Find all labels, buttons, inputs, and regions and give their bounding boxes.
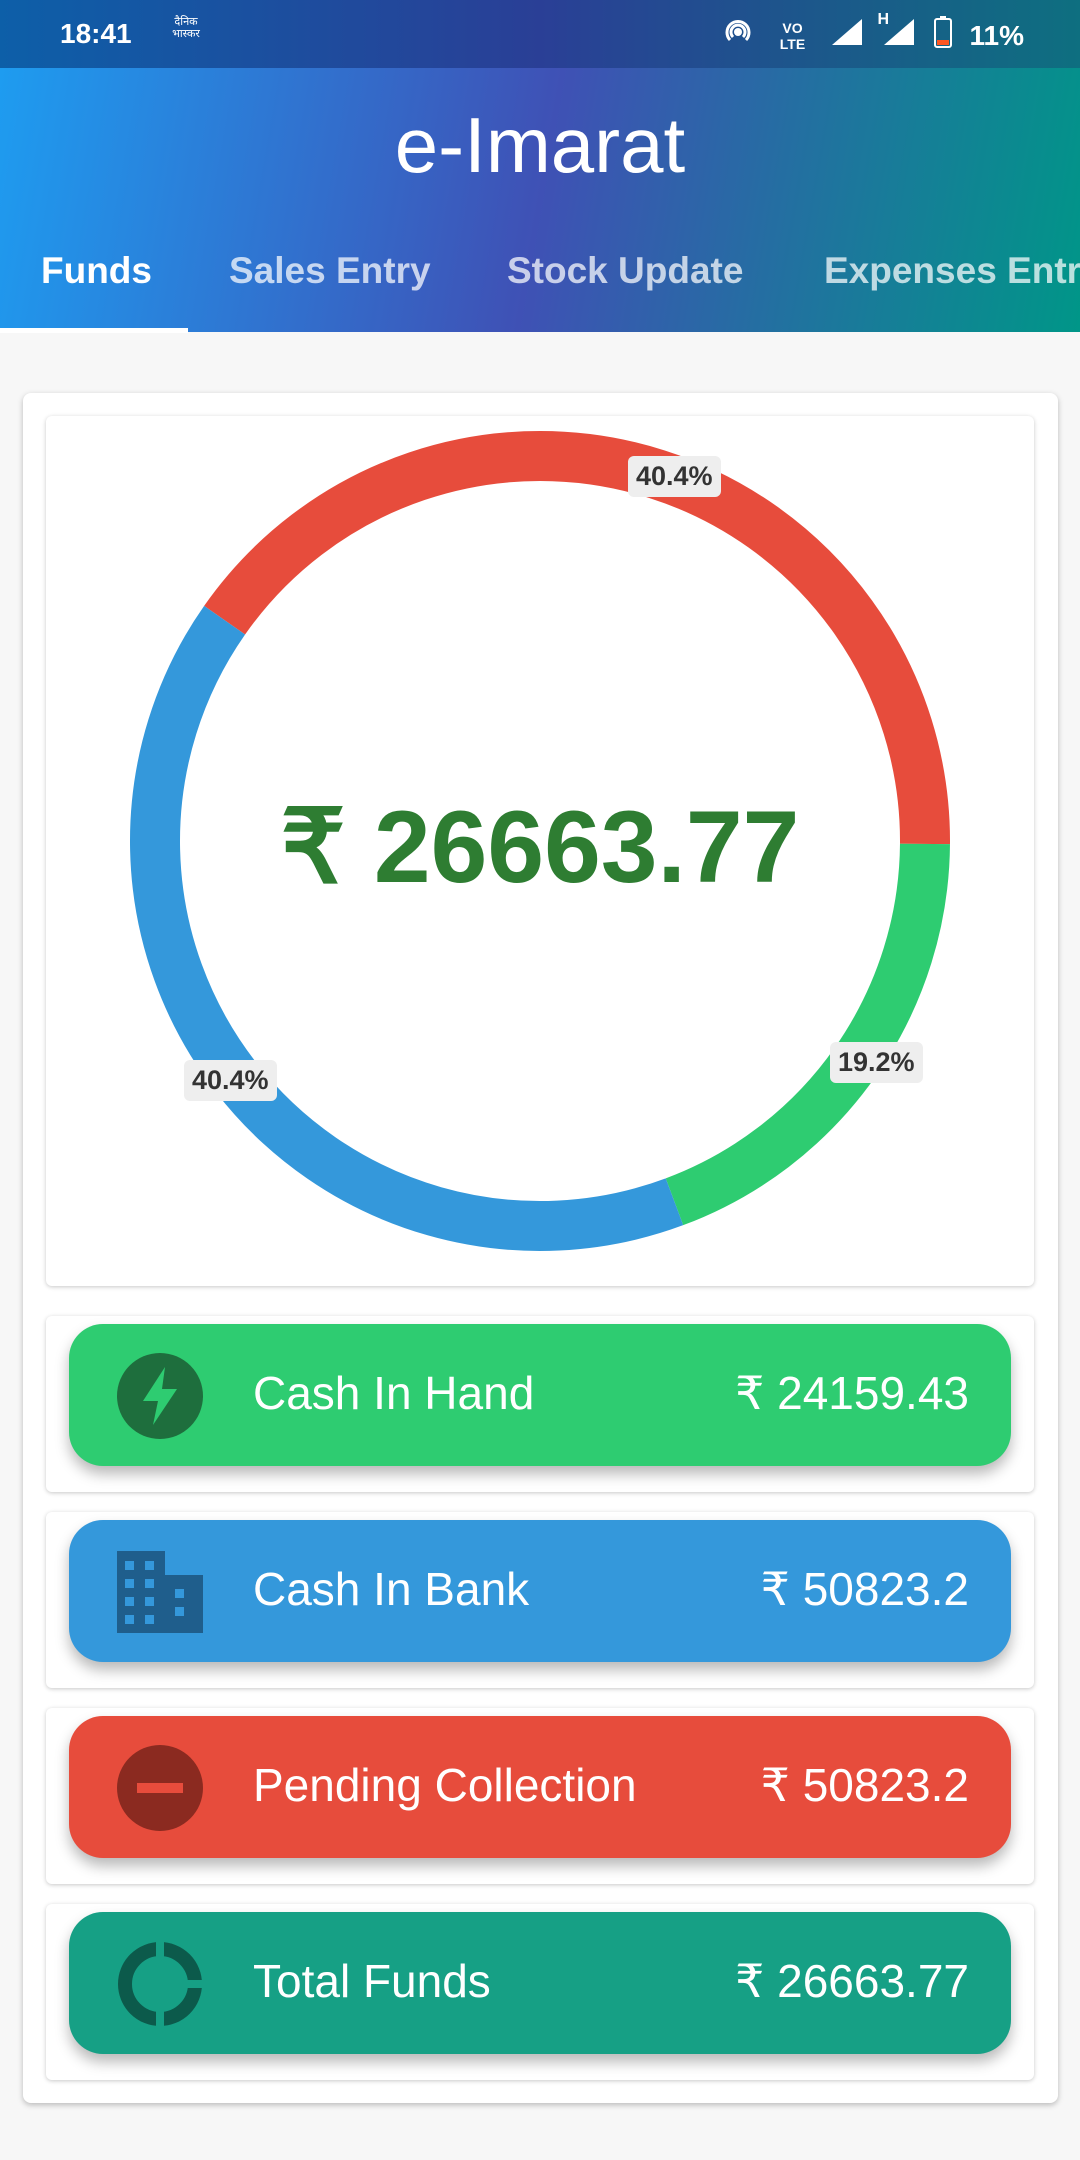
status-bar: 18:41 दैनिक भास्कर VO LTE H 11% [0, 0, 1080, 68]
pending-collection-label: Pending Collection [253, 1759, 637, 1811]
donut-icon [117, 1941, 203, 2027]
funds-panel: ₹ 26663.77 40.4% 19.2% 40.4% Cash In Han… [23, 393, 1058, 2103]
dainik-bhaskar-app-icon: दैनिक भास्कर [172, 16, 200, 40]
battery-percent: 11% [969, 19, 1025, 51]
app-title: e-Imarat [394, 101, 686, 189]
pending-collection-value: ₹ 50823.2 [760, 1759, 969, 1811]
volte-icon: VO LTE [779, 19, 806, 52]
hotspot-icon [720, 14, 756, 57]
tab-funds[interactable]: Funds [41, 228, 152, 332]
building-icon [117, 1549, 203, 1635]
signal-h-icon: H [878, 11, 916, 54]
active-tab-indicator [0, 328, 188, 333]
cash-in-bank-label: Cash In Bank [253, 1563, 530, 1615]
slice-label-cash-in-bank: 19.2% [830, 1042, 923, 1083]
funds-chart-card: ₹ 26663.77 40.4% 19.2% 40.4% [46, 416, 1034, 1286]
signal-icon [830, 17, 864, 54]
battery-icon [933, 16, 952, 55]
network-type: H [877, 11, 890, 28]
status-time: 18:41 [60, 18, 132, 49]
app-bar: e-Imarat Funds Sales Entry Stock Update … [0, 68, 1080, 333]
cash-in-bank-card: Cash In Bank ₹ 50823.2 [46, 1512, 1034, 1688]
slice-label-cash-in-hand: 40.4% [628, 456, 721, 497]
minus-circle-icon [117, 1745, 203, 1831]
lightning-icon [117, 1353, 203, 1439]
slice-label-pending-collection: 40.4% [184, 1060, 277, 1101]
pending-collection-card: Pending Collection ₹ 50823.2 [46, 1708, 1034, 1884]
cash-in-bank-value: ₹ 50823.2 [760, 1563, 969, 1615]
total-funds-card: Total Funds ₹ 26663.77 [46, 1904, 1034, 2080]
tab-expenses-entry[interactable]: Expenses Entry [824, 228, 1080, 332]
cash-in-hand-row[interactable]: Cash In Hand ₹ 24159.43 [69, 1324, 1011, 1466]
cash-in-bank-row[interactable]: Cash In Bank ₹ 50823.2 [69, 1520, 1011, 1662]
pending-collection-row[interactable]: Pending Collection ₹ 50823.2 [69, 1716, 1011, 1858]
chart-center-total: ₹ 26663.77 [280, 790, 800, 904]
tab-stock-update[interactable]: Stock Update [507, 228, 743, 332]
total-funds-label: Total Funds [253, 1955, 491, 2007]
slice-pending-collection[interactable] [130, 605, 684, 1251]
tab-sales-entry[interactable]: Sales Entry [229, 228, 431, 332]
total-funds-row[interactable]: Total Funds ₹ 26663.77 [69, 1912, 1011, 2054]
cash-in-hand-value: ₹ 24159.43 [735, 1367, 969, 1419]
tab-bar: Funds Sales Entry Stock Update Expenses … [0, 228, 1080, 332]
total-funds-value: ₹ 26663.77 [735, 1955, 969, 2007]
cash-in-hand-label: Cash In Hand [253, 1367, 535, 1419]
status-icons: VO LTE H 11% [720, 11, 1025, 57]
cash-in-hand-card: Cash In Hand ₹ 24159.43 [46, 1316, 1034, 1492]
slice-cash-in-hand[interactable] [204, 431, 950, 845]
